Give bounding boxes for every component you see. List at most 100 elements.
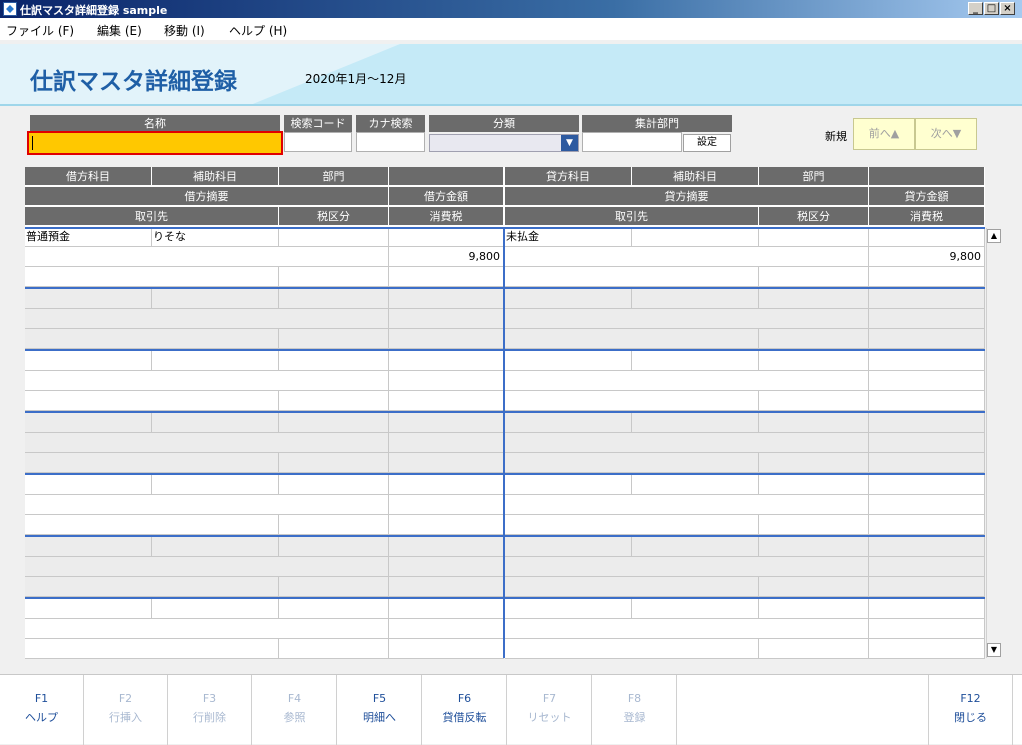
credit-account-cell[interactable] [505, 475, 632, 495]
credit-sub-cell[interactable] [632, 289, 759, 309]
credit-memo-cell[interactable] [505, 495, 869, 515]
credit-blank-cell[interactable] [869, 599, 985, 619]
debit-account-cell[interactable] [25, 413, 152, 433]
credit-taxclass-cell[interactable] [759, 577, 869, 597]
debit-taxclass-cell[interactable] [279, 577, 389, 597]
credit-dept-cell[interactable] [759, 475, 869, 495]
credit-dept-cell[interactable] [759, 351, 869, 371]
credit-memo-cell[interactable] [505, 433, 869, 453]
credit-account-cell[interactable] [505, 537, 632, 557]
scroll-up-icon[interactable]: ▲ [987, 229, 1001, 243]
scroll-down-icon[interactable]: ▼ [987, 643, 1001, 657]
credit-amount-cell[interactable] [869, 619, 985, 639]
chevron-down-icon[interactable]: ▼ [561, 135, 578, 151]
debit-sub-cell[interactable]: りそな [152, 227, 279, 247]
menu-move[interactable]: 移動 (I) [164, 22, 205, 39]
vertical-scrollbar[interactable]: ▲ ▼ [986, 228, 1001, 658]
debit-amount-cell[interactable] [389, 557, 504, 577]
credit-dept-cell[interactable] [759, 537, 869, 557]
debit-tax-cell[interactable] [389, 639, 504, 659]
set-button[interactable]: 設定 [683, 134, 731, 152]
credit-memo-cell[interactable] [505, 371, 869, 391]
credit-account-cell[interactable]: 未払金 [505, 227, 632, 247]
credit-tax-cell[interactable] [869, 267, 985, 287]
debit-sub-cell[interactable] [152, 537, 279, 557]
credit-tax-cell[interactable] [869, 639, 985, 659]
credit-blank-cell[interactable] [869, 413, 985, 433]
debit-sub-cell[interactable] [152, 475, 279, 495]
credit-taxclass-cell[interactable] [759, 453, 869, 473]
maximize-button[interactable]: □ [984, 2, 999, 15]
debit-tax-cell[interactable] [389, 267, 504, 287]
debit-sub-cell[interactable] [152, 599, 279, 619]
debit-sub-cell[interactable] [152, 289, 279, 309]
debit-dept-cell[interactable] [279, 475, 389, 495]
credit-memo-cell[interactable] [505, 309, 869, 329]
debit-taxclass-cell[interactable] [279, 329, 389, 349]
debit-sub-cell[interactable] [152, 413, 279, 433]
credit-partner-cell[interactable] [505, 577, 759, 597]
debit-partner-cell[interactable] [25, 329, 279, 349]
debit-dept-cell[interactable] [279, 599, 389, 619]
credit-amount-cell[interactable] [869, 557, 985, 577]
credit-memo-cell[interactable] [505, 557, 869, 577]
credit-dept-cell[interactable] [759, 599, 869, 619]
credit-partner-cell[interactable] [505, 329, 759, 349]
debit-dept-cell[interactable] [279, 413, 389, 433]
debit-partner-cell[interactable] [25, 267, 279, 287]
debit-memo-cell[interactable] [25, 557, 389, 577]
credit-account-cell[interactable] [505, 599, 632, 619]
debit-partner-cell[interactable] [25, 577, 279, 597]
debit-amount-cell[interactable] [389, 309, 504, 329]
debit-dept-cell[interactable] [279, 289, 389, 309]
debit-account-cell[interactable] [25, 537, 152, 557]
debit-account-cell[interactable] [25, 289, 152, 309]
debit-partner-cell[interactable] [25, 639, 279, 659]
dept-input[interactable] [582, 132, 682, 152]
debit-memo-cell[interactable] [25, 433, 389, 453]
credit-amount-cell[interactable]: 9,800 [869, 247, 985, 267]
credit-account-cell[interactable] [505, 351, 632, 371]
debit-tax-cell[interactable] [389, 329, 504, 349]
credit-sub-cell[interactable] [632, 599, 759, 619]
debit-account-cell[interactable] [25, 475, 152, 495]
credit-partner-cell[interactable] [505, 391, 759, 411]
credit-tax-cell[interactable] [869, 453, 985, 473]
credit-blank-cell[interactable] [869, 475, 985, 495]
debit-taxclass-cell[interactable] [279, 515, 389, 535]
debit-partner-cell[interactable] [25, 515, 279, 535]
debit-memo-cell[interactable] [25, 495, 389, 515]
debit-memo-cell[interactable] [25, 309, 389, 329]
credit-account-cell[interactable] [505, 413, 632, 433]
credit-amount-cell[interactable] [869, 371, 985, 391]
credit-amount-cell[interactable] [869, 309, 985, 329]
credit-dept-cell[interactable] [759, 413, 869, 433]
credit-taxclass-cell[interactable] [759, 515, 869, 535]
credit-sub-cell[interactable] [632, 413, 759, 433]
debit-partner-cell[interactable] [25, 391, 279, 411]
credit-taxclass-cell[interactable] [759, 639, 869, 659]
debit-account-cell[interactable]: 普通預金 [25, 227, 152, 247]
debit-taxclass-cell[interactable] [279, 391, 389, 411]
debit-blank-cell[interactable] [389, 537, 504, 557]
credit-sub-cell[interactable] [632, 227, 759, 247]
debit-taxclass-cell[interactable] [279, 639, 389, 659]
credit-amount-cell[interactable] [869, 495, 985, 515]
debit-blank-cell[interactable] [389, 351, 504, 371]
f7-key-button[interactable]: F7 リセット [508, 675, 592, 745]
credit-sub-cell[interactable] [632, 351, 759, 371]
credit-tax-cell[interactable] [869, 515, 985, 535]
debit-dept-cell[interactable] [279, 227, 389, 247]
debit-taxclass-cell[interactable] [279, 267, 389, 287]
credit-partner-cell[interactable] [505, 267, 759, 287]
f12-key-button[interactable]: F12 閉じる [929, 675, 1013, 745]
f5-key-button[interactable]: F5 明細へ [338, 675, 422, 745]
category-select[interactable]: ▼ [429, 134, 579, 152]
credit-blank-cell[interactable] [869, 351, 985, 371]
debit-tax-cell[interactable] [389, 577, 504, 597]
debit-taxclass-cell[interactable] [279, 453, 389, 473]
credit-tax-cell[interactable] [869, 329, 985, 349]
f8-key-button[interactable]: F8 登録 [593, 675, 677, 745]
debit-account-cell[interactable] [25, 351, 152, 371]
credit-account-cell[interactable] [505, 289, 632, 309]
